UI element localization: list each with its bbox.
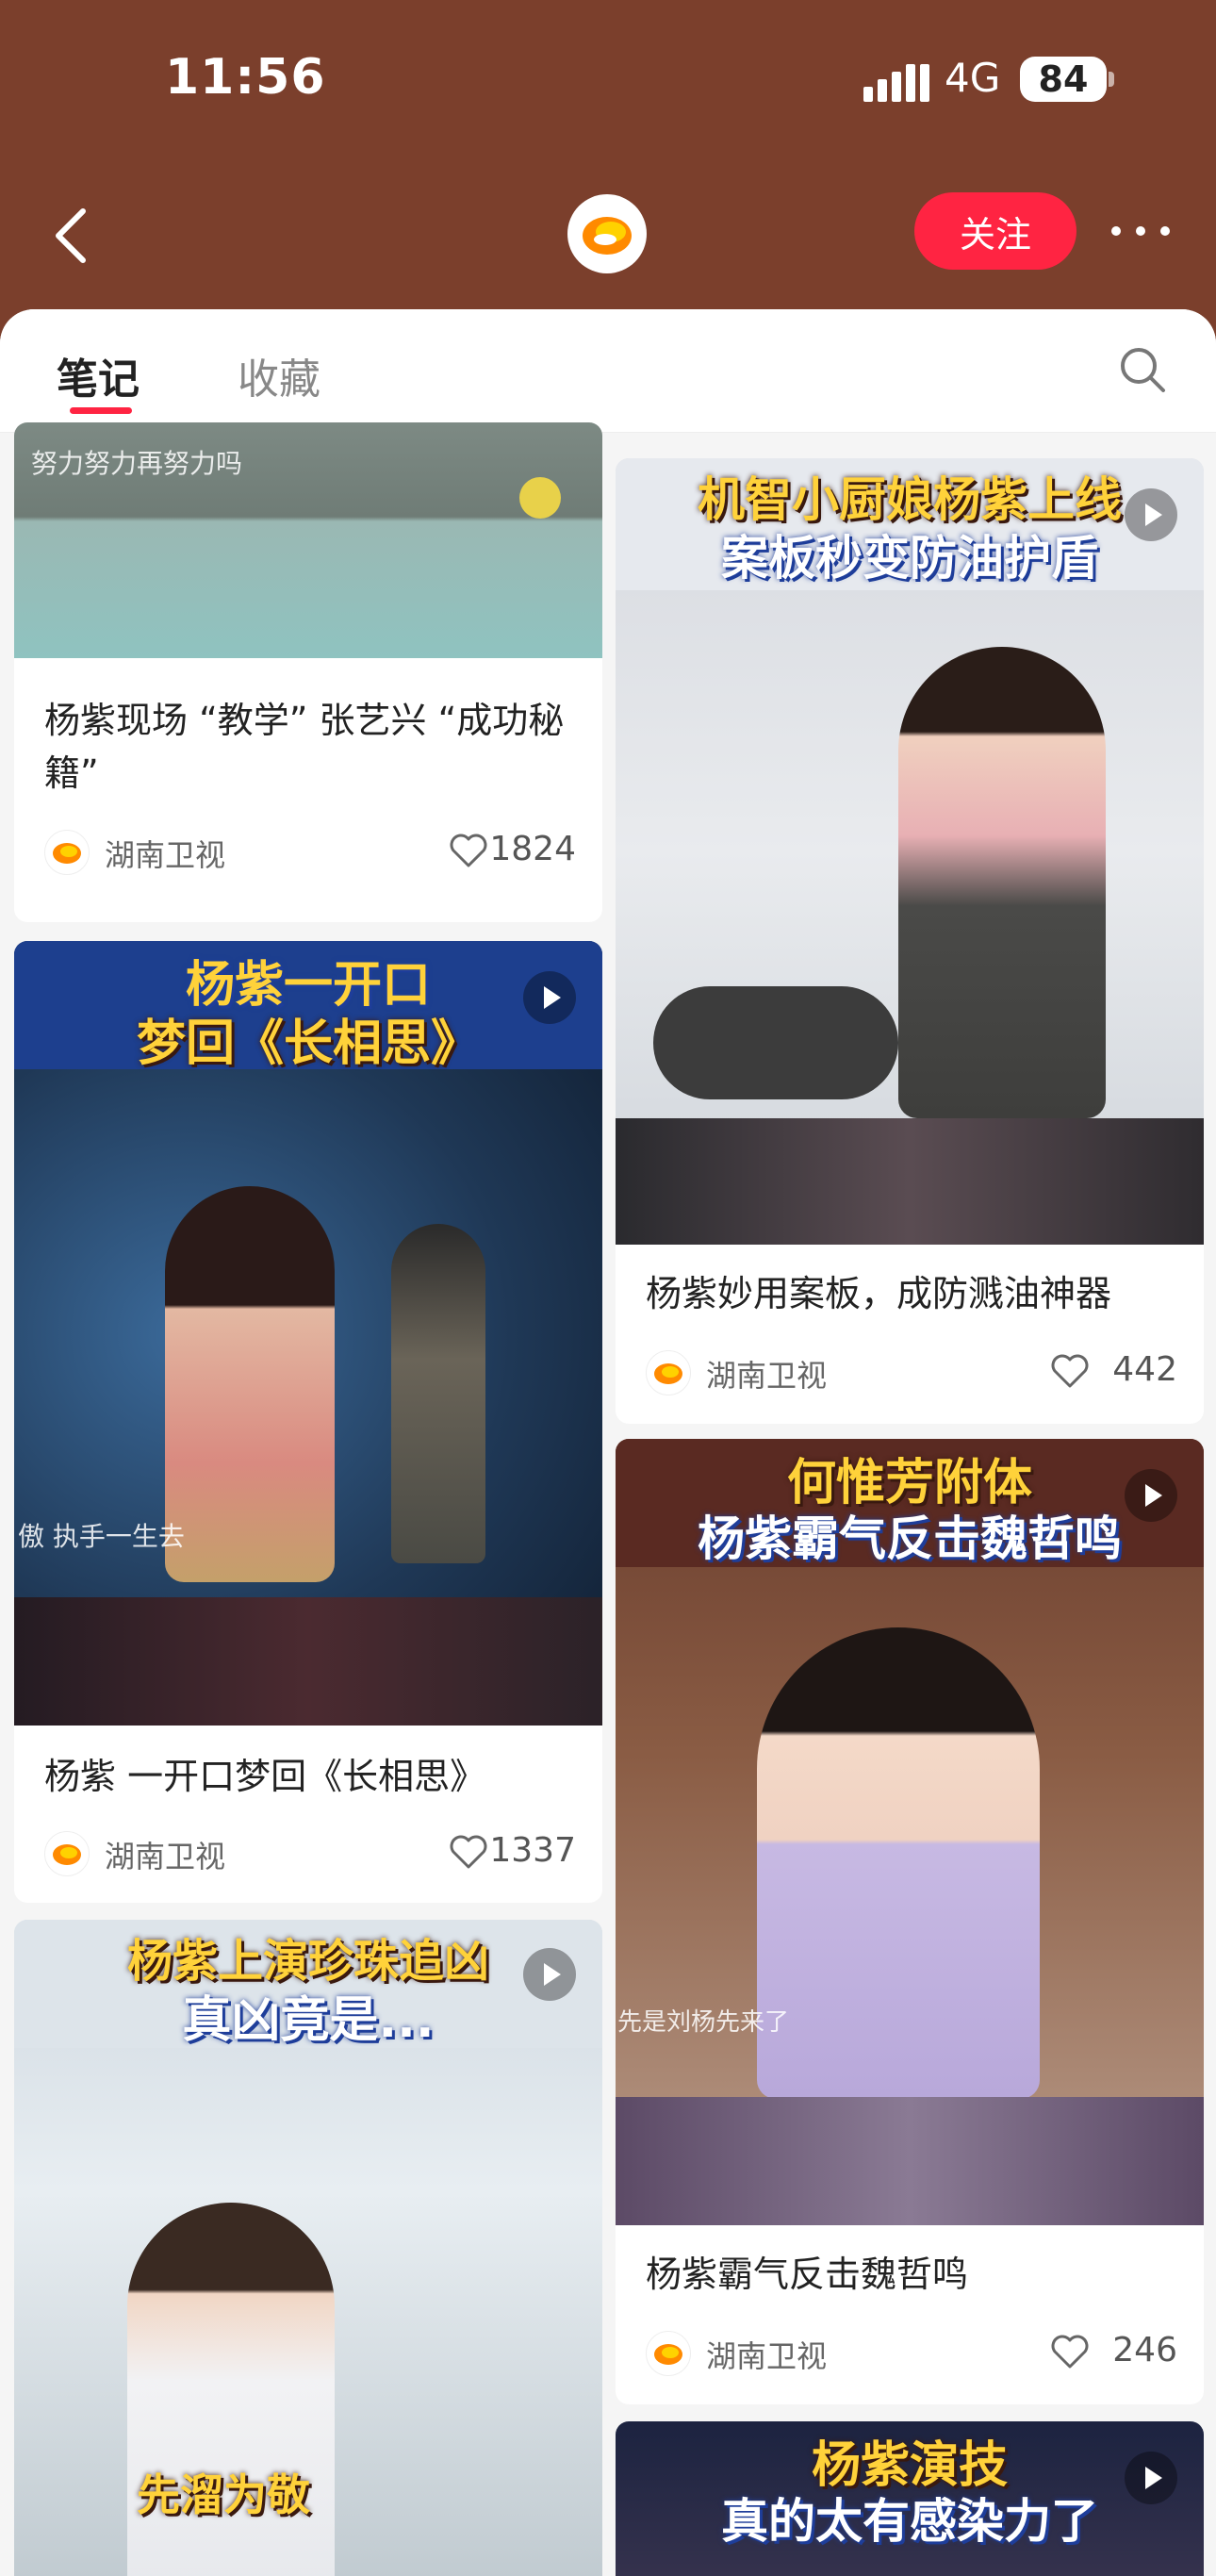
author-avatar[interactable] bbox=[646, 2331, 691, 2376]
follow-button[interactable]: 关注 bbox=[914, 192, 1076, 270]
hunan-tv-logo[interactable] bbox=[567, 194, 647, 273]
note-meta: 湖南卫视 1337 bbox=[44, 1827, 576, 1876]
author-avatar[interactable] bbox=[646, 1350, 691, 1395]
search-icon[interactable] bbox=[1116, 343, 1169, 396]
play-icon bbox=[523, 971, 576, 1024]
tab-collections[interactable]: 收藏 bbox=[238, 345, 320, 405]
heart-icon[interactable] bbox=[1051, 2335, 1089, 2369]
hunan-tv-logo-mark bbox=[583, 217, 632, 255]
heart-icon[interactable] bbox=[1051, 1354, 1089, 1388]
note-title: 杨紫霸气反击魏哲鸣 bbox=[646, 2254, 969, 2295]
like-count: 1824 bbox=[489, 830, 576, 868]
cover-blur-band bbox=[616, 2097, 1204, 2225]
performer-figure bbox=[391, 1224, 485, 1563]
author-name[interactable]: 湖南卫视 bbox=[706, 2333, 827, 2376]
author-name[interactable]: 湖南卫视 bbox=[706, 1352, 827, 1395]
profile-nav-bar: 关注 bbox=[0, 160, 1216, 311]
video-subtitle: 先是刘杨先来了 bbox=[617, 2008, 790, 2037]
note-card[interactable]: 杨紫一开口 梦回《长相思》 傲 执手一生去 杨紫 一开口梦回《长相思》 湖南卫视… bbox=[14, 941, 602, 1903]
author-avatar[interactable] bbox=[44, 830, 90, 875]
like-count: 246 bbox=[1112, 2331, 1177, 2370]
play-icon bbox=[1125, 2452, 1177, 2504]
back-icon[interactable] bbox=[45, 198, 102, 273]
more-icon[interactable] bbox=[1103, 217, 1178, 245]
cover-subheadline: 真凶竟是... bbox=[182, 1992, 435, 2049]
video-subtitle: 傲 执手一生去 bbox=[18, 1521, 185, 1552]
actress-figure bbox=[757, 1627, 1040, 2099]
note-card[interactable]: 努力努力再努力吗 杨紫现场 “教学” 张艺兴 “成功秘籍” 湖南卫视 1824 bbox=[14, 422, 602, 922]
note-title: 杨紫现场 “教学” 张艺兴 “成功秘籍” bbox=[44, 700, 565, 794]
play-icon bbox=[1125, 1469, 1177, 1522]
tab-notes[interactable]: 笔记 bbox=[57, 345, 140, 405]
note-title: 杨紫妙用案板，成防溅油神器 bbox=[646, 1273, 1112, 1314]
note-cover-image: 机智小厨娘杨紫上线 案板秒变防油护盾 bbox=[616, 458, 1204, 1245]
heart-icon[interactable] bbox=[450, 834, 487, 867]
video-subtitle: 努力努力再努力吗 bbox=[31, 448, 243, 479]
note-meta: 湖南卫视 1824 bbox=[44, 826, 576, 875]
author-name[interactable]: 湖南卫视 bbox=[105, 832, 225, 875]
cover-blur-band bbox=[616, 1118, 1204, 1245]
cover-subheadline: 梦回《长相思》 bbox=[136, 1016, 480, 1072]
note-cover-image: 杨紫演技 真的太有感染力了 bbox=[616, 2421, 1204, 2576]
author-name[interactable]: 湖南卫视 bbox=[105, 1833, 225, 1876]
note-card[interactable]: 杨紫演技 真的太有感染力了 bbox=[616, 2421, 1204, 2576]
note-cover-image: 杨紫上演珍珠追凶 真凶竟是... 先溜为敬 bbox=[14, 1920, 602, 2576]
status-time: 11:56 bbox=[165, 49, 326, 106]
heart-icon[interactable] bbox=[450, 1835, 487, 1869]
like-count: 442 bbox=[1112, 1350, 1177, 1389]
yellow-flower-sticker bbox=[519, 477, 561, 519]
play-icon bbox=[1125, 488, 1177, 541]
cover-subheadline: 真的太有感染力了 bbox=[721, 2494, 1098, 2549]
battery-indicator: 84 bbox=[1020, 57, 1107, 102]
like-count: 1337 bbox=[489, 1831, 576, 1870]
cover-blur-band bbox=[14, 1597, 602, 1726]
tab-bar: 笔记 收藏 bbox=[0, 309, 1216, 433]
note-meta: 湖南卫视 442 bbox=[646, 1346, 1177, 1395]
note-title: 杨紫 一开口梦回《长相思》 bbox=[44, 1756, 486, 1797]
note-card[interactable]: 杨紫上演珍珠追凶 真凶竟是... 先溜为敬 bbox=[14, 1920, 602, 2576]
note-cover-image: 努力努力再努力吗 bbox=[14, 422, 602, 658]
signal-icon bbox=[863, 64, 929, 102]
cover-subheadline: 杨紫霸气反击魏哲鸣 bbox=[698, 1511, 1122, 1566]
note-card[interactable]: 何惟芳附体 杨紫霸气反击魏哲鸣 先是刘杨先来了 杨紫霸气反击魏哲鸣 湖南卫视 2… bbox=[616, 1439, 1204, 2404]
video-caption-sticker: 先溜为敬 bbox=[137, 2469, 310, 2520]
author-avatar[interactable] bbox=[44, 1831, 90, 1876]
battery-tip bbox=[1109, 72, 1114, 87]
note-cover-image: 杨紫一开口 梦回《长相思》 傲 执手一生去 bbox=[14, 941, 602, 1726]
singer-figure bbox=[165, 1186, 335, 1582]
active-tab-indicator bbox=[70, 407, 132, 414]
network-type: 4G bbox=[945, 55, 1001, 101]
status-bar: 11:56 4G 84 bbox=[0, 0, 1216, 160]
content-panel: 笔记 收藏 努力努力再努力吗 杨紫现场 “教学” 张艺兴 “成功秘籍” 湖南卫视 bbox=[0, 309, 1216, 2576]
stove-pans bbox=[653, 986, 898, 1099]
play-icon bbox=[523, 1948, 576, 2001]
cook-figure bbox=[898, 647, 1106, 1118]
note-meta: 湖南卫视 246 bbox=[646, 2327, 1177, 2376]
note-card[interactable]: 机智小厨娘杨紫上线 案板秒变防油护盾 杨紫妙用案板，成防溅油神器 湖南卫视 44… bbox=[616, 458, 1204, 1424]
cover-subheadline: 案板秒变防油护盾 bbox=[721, 531, 1098, 586]
note-cover-image: 何惟芳附体 杨紫霸气反击魏哲鸣 先是刘杨先来了 bbox=[616, 1439, 1204, 2225]
